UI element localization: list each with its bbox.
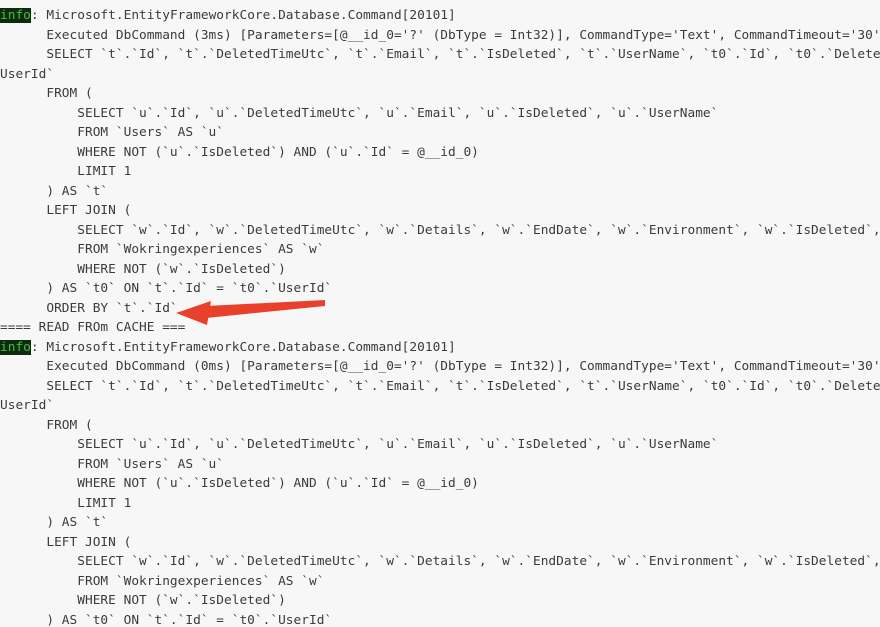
log-line-text: SELECT `w`.`Id`, `w`.`DeletedTimeUtc`, `… — [77, 222, 880, 238]
cache-separator-line: ==== READ FROm CACHE === — [0, 318, 880, 338]
log-line-text: WHERE NOT (`w`.`IsDeleted`) — [0, 261, 286, 277]
log-line-text: UserId` — [0, 66, 55, 82]
log-line: FROM `Wokringexperiences` AS `w` — [0, 572, 880, 592]
log-line: Executed DbCommand (3ms) [Parameters=[@_… — [0, 26, 880, 46]
log-line: SELECT `u`.`Id`, `u`.`DeletedTimeUtc`, `… — [0, 104, 880, 124]
log-line-text: SELECT `u`.`Id`, `u`.`DeletedTimeUtc`, `… — [0, 105, 719, 121]
log-line-text: LIMIT 1 — [0, 495, 132, 511]
log-line-text: SELECT `w`.`Id`, `w`.`DeletedTimeUtc`, `… — [77, 554, 880, 569]
log-line-text: Executed DbCommand (0ms) [Parameters=[@_… — [0, 359, 880, 374]
log-line-text: UserId` — [0, 398, 55, 413]
log-level-badge: info — [0, 8, 31, 23]
log-line-text: SELECT `t`.`Id`, `t`.`DeletedTimeUtc`, `… — [46, 378, 880, 394]
log-line: Executed DbCommand (0ms) [Parameters=[@_… — [0, 357, 880, 377]
log-line: WHERE NOT (`u`.`IsDeleted`) AND (`u`.`Id… — [0, 143, 880, 163]
log-line: SELECT `t`.`Id`, `t`.`DeletedTimeUtc`, `… — [0, 377, 880, 397]
log-line-text: ) AS `t0` ON `t`.`Id` = `t0`.`UserId` — [0, 612, 333, 627]
log-line: UserId` — [0, 65, 880, 85]
log-line: LIMIT 1 — [0, 162, 880, 182]
log-line-text: ORDER BY `t`.`Id` — [0, 300, 178, 316]
log-line-text: WHERE NOT (`w`.`IsDeleted`) — [0, 593, 286, 608]
log-line: info: Microsoft.EntityFrameworkCore.Data… — [0, 338, 880, 358]
log-line: ) AS `t` — [0, 513, 880, 533]
log-line-text: FROM `Users` AS `u` — [0, 456, 225, 472]
log-line: ) AS `t0` ON `t`.`Id` = `t0`.`UserId` — [0, 279, 880, 299]
log-line: LEFT JOIN ( — [0, 201, 880, 221]
log-line-text: : Microsoft.EntityFrameworkCore.Database… — [30, 339, 456, 355]
log-line: info: Microsoft.EntityFrameworkCore.Data… — [0, 6, 880, 26]
log-line-text: ) AS `t` — [0, 183, 109, 199]
log-line: ) AS `t` — [0, 182, 880, 202]
log-level-badge: info — [0, 339, 31, 355]
log-line-text: SELECT `t`.`Id`, `t`.`DeletedTimeUtc`, `… — [46, 47, 880, 62]
log-line: WHERE NOT (`w`.`IsDeleted`) — [0, 260, 880, 280]
log-line: LEFT JOIN ( — [0, 533, 880, 553]
log-line: FROM `Wokringexperiences` AS `w` — [0, 240, 880, 260]
log-line-text: ==== READ FROm CACHE === — [0, 320, 186, 335]
log-line-text: WHERE NOT (`u`.`IsDeleted`) AND (`u`.`Id… — [0, 476, 479, 491]
log-line: SELECT `t`.`Id`, `t`.`DeletedTimeUtc`, `… — [0, 45, 880, 65]
log-line-text: SELECT `u`.`Id`, `u`.`DeletedTimeUtc`, `… — [0, 437, 719, 452]
log-line-text: : Microsoft.EntityFrameworkCore.Database… — [30, 8, 456, 23]
log-line: WHERE NOT (`u`.`IsDeleted`) AND (`u`.`Id… — [0, 474, 880, 494]
log-line-text: LEFT JOIN ( — [0, 203, 132, 218]
log-line: FROM `Users` AS `u` — [0, 455, 880, 475]
log-line-text: FROM ( — [0, 417, 93, 433]
log-line: FROM `Users` AS `u` — [0, 123, 880, 143]
log-line-text: FROM ( — [0, 86, 93, 101]
log-line: SELECT `w`.`Id`, `w`.`DeletedTimeUtc`, `… — [0, 552, 880, 572]
log-line-text: Executed DbCommand (3ms) [Parameters=[@_… — [0, 27, 880, 43]
log-line-text: LEFT JOIN ( — [0, 534, 132, 550]
log-line: LIMIT 1 — [0, 494, 880, 514]
log-line-text: WHERE NOT (`u`.`IsDeleted`) AND (`u`.`Id… — [0, 144, 479, 160]
log-line-text: ) AS `t` — [0, 515, 109, 530]
log-line: ORDER BY `t`.`Id` — [0, 299, 880, 319]
log-line: FROM ( — [0, 84, 880, 104]
log-line: FROM ( — [0, 416, 880, 436]
log-line-text: FROM `Wokringexperiences` AS `w` — [0, 242, 325, 257]
log-line-text: LIMIT 1 — [0, 164, 132, 179]
log-line: SELECT `w`.`Id`, `w`.`DeletedTimeUtc`, `… — [0, 221, 880, 241]
log-line: SELECT `u`.`Id`, `u`.`DeletedTimeUtc`, `… — [0, 435, 880, 455]
log-line: UserId` — [0, 396, 880, 416]
log-line: WHERE NOT (`w`.`IsDeleted`) — [0, 591, 880, 611]
log-line: ) AS `t0` ON `t`.`Id` = `t0`.`UserId` — [0, 611, 880, 627]
log-line-text: FROM `Users` AS `u` — [0, 125, 225, 140]
log-line-text: ) AS `t0` ON `t`.`Id` = `t0`.`UserId` — [0, 281, 333, 296]
console-log-output[interactable]: info: Microsoft.EntityFrameworkCore.Data… — [0, 0, 880, 627]
log-line-text: FROM `Wokringexperiences` AS `w` — [0, 573, 325, 589]
